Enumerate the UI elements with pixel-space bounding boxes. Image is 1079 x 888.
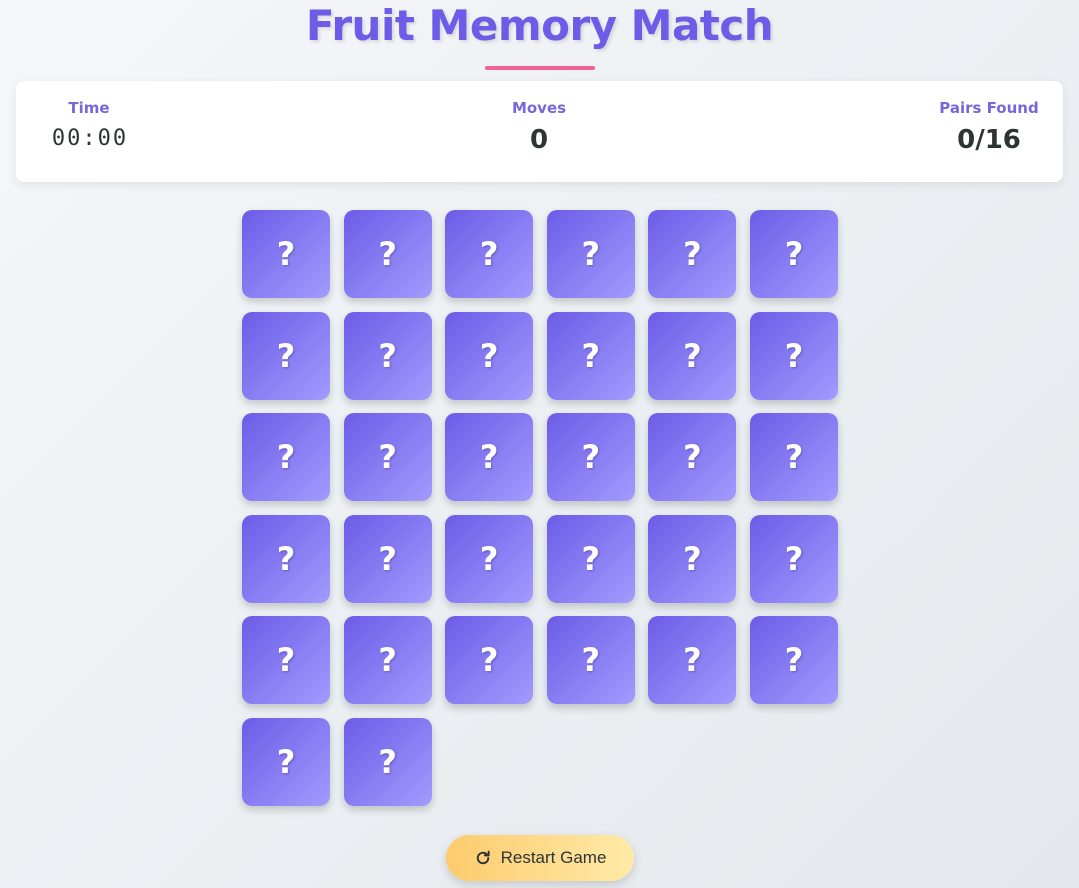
card-back-symbol: ?: [784, 438, 804, 477]
card-back-symbol: ?: [276, 539, 296, 578]
card-back-symbol: ?: [479, 438, 499, 477]
memory-card[interactable]: ?: [445, 413, 534, 502]
memory-card[interactable]: ?: [648, 616, 737, 705]
memory-card[interactable]: ?: [343, 717, 432, 806]
card-back-symbol: ?: [378, 641, 397, 680]
card-back-symbol: ?: [784, 336, 804, 375]
card-back-symbol: ?: [378, 438, 397, 477]
memory-card[interactable]: ?: [546, 514, 635, 603]
memory-card[interactable]: ?: [242, 717, 330, 806]
game-board: ????????????????????????????????: [242, 210, 839, 806]
memory-card[interactable]: ?: [343, 616, 432, 705]
card-back-symbol: ?: [581, 336, 601, 375]
memory-card[interactable]: ?: [749, 616, 838, 705]
card-back-symbol: ?: [276, 641, 296, 680]
card-back-symbol: ?: [479, 539, 499, 578]
card-back-symbol: ?: [276, 742, 296, 781]
card-back-symbol: ?: [479, 336, 499, 375]
pairs-value: 0/16: [957, 125, 1021, 155]
card-back-symbol: ?: [683, 235, 702, 273]
time-value: 00:00: [51, 126, 129, 151]
card-back-symbol: ?: [581, 641, 601, 680]
card-back-symbol: ?: [479, 235, 499, 273]
memory-card[interactable]: ?: [445, 210, 534, 298]
card-back-symbol: ?: [683, 438, 702, 477]
moves-label: Moves: [511, 99, 567, 117]
memory-card[interactable]: ?: [242, 413, 330, 502]
memory-card[interactable]: ?: [242, 514, 330, 603]
memory-card[interactable]: ?: [648, 311, 737, 400]
redo-icon: [476, 850, 490, 865]
memory-card[interactable]: ?: [749, 210, 838, 298]
memory-card[interactable]: ?: [546, 311, 635, 400]
moves-value: 0: [529, 125, 549, 155]
memory-card[interactable]: ?: [546, 413, 635, 502]
card-back-symbol: ?: [378, 235, 397, 273]
memory-card[interactable]: ?: [242, 616, 330, 705]
title-underline: [485, 66, 595, 70]
memory-card[interactable]: ?: [242, 210, 330, 298]
card-back-symbol: ?: [378, 336, 397, 375]
card-back-symbol: ?: [683, 539, 702, 578]
time-label: Time: [68, 99, 110, 117]
memory-card[interactable]: ?: [343, 210, 432, 298]
restart-button[interactable]: Restart Game: [446, 835, 634, 881]
card-back-symbol: ?: [581, 539, 601, 578]
card-back-symbol: ?: [276, 336, 296, 375]
restart-label: Restart Game: [500, 848, 607, 867]
memory-card[interactable]: ?: [343, 514, 432, 603]
memory-card[interactable]: ?: [445, 514, 534, 603]
memory-card[interactable]: ?: [343, 311, 432, 400]
stats-panel: Time 00:00 Moves 0 Pairs Found 0/16: [16, 81, 1063, 182]
card-back-symbol: ?: [378, 539, 397, 578]
card-back-symbol: ?: [683, 336, 702, 375]
memory-card[interactable]: ?: [749, 311, 838, 400]
card-back-symbol: ?: [276, 438, 296, 477]
memory-card[interactable]: ?: [648, 413, 737, 502]
memory-card[interactable]: ?: [445, 616, 534, 705]
card-back-symbol: ?: [378, 742, 397, 781]
card-back-symbol: ?: [276, 235, 296, 273]
memory-card[interactable]: ?: [749, 413, 838, 502]
card-back-symbol: ?: [784, 641, 804, 680]
card-back-symbol: ?: [479, 641, 499, 680]
memory-card[interactable]: ?: [445, 311, 534, 400]
card-back-symbol: ?: [784, 539, 804, 578]
card-back-symbol: ?: [784, 235, 804, 273]
memory-card[interactable]: ?: [546, 210, 635, 298]
card-back-symbol: ?: [581, 438, 601, 477]
memory-card[interactable]: ?: [546, 616, 635, 705]
memory-card[interactable]: ?: [648, 514, 737, 603]
pairs-label: Pairs Found: [939, 99, 1039, 117]
memory-card[interactable]: ?: [343, 413, 432, 502]
card-back-symbol: ?: [683, 641, 702, 680]
memory-card[interactable]: ?: [242, 311, 330, 400]
memory-card[interactable]: ?: [648, 210, 737, 298]
memory-card[interactable]: ?: [749, 514, 838, 603]
card-back-symbol: ?: [581, 235, 601, 273]
page-title: Fruit Memory Match: [305, 1, 774, 50]
